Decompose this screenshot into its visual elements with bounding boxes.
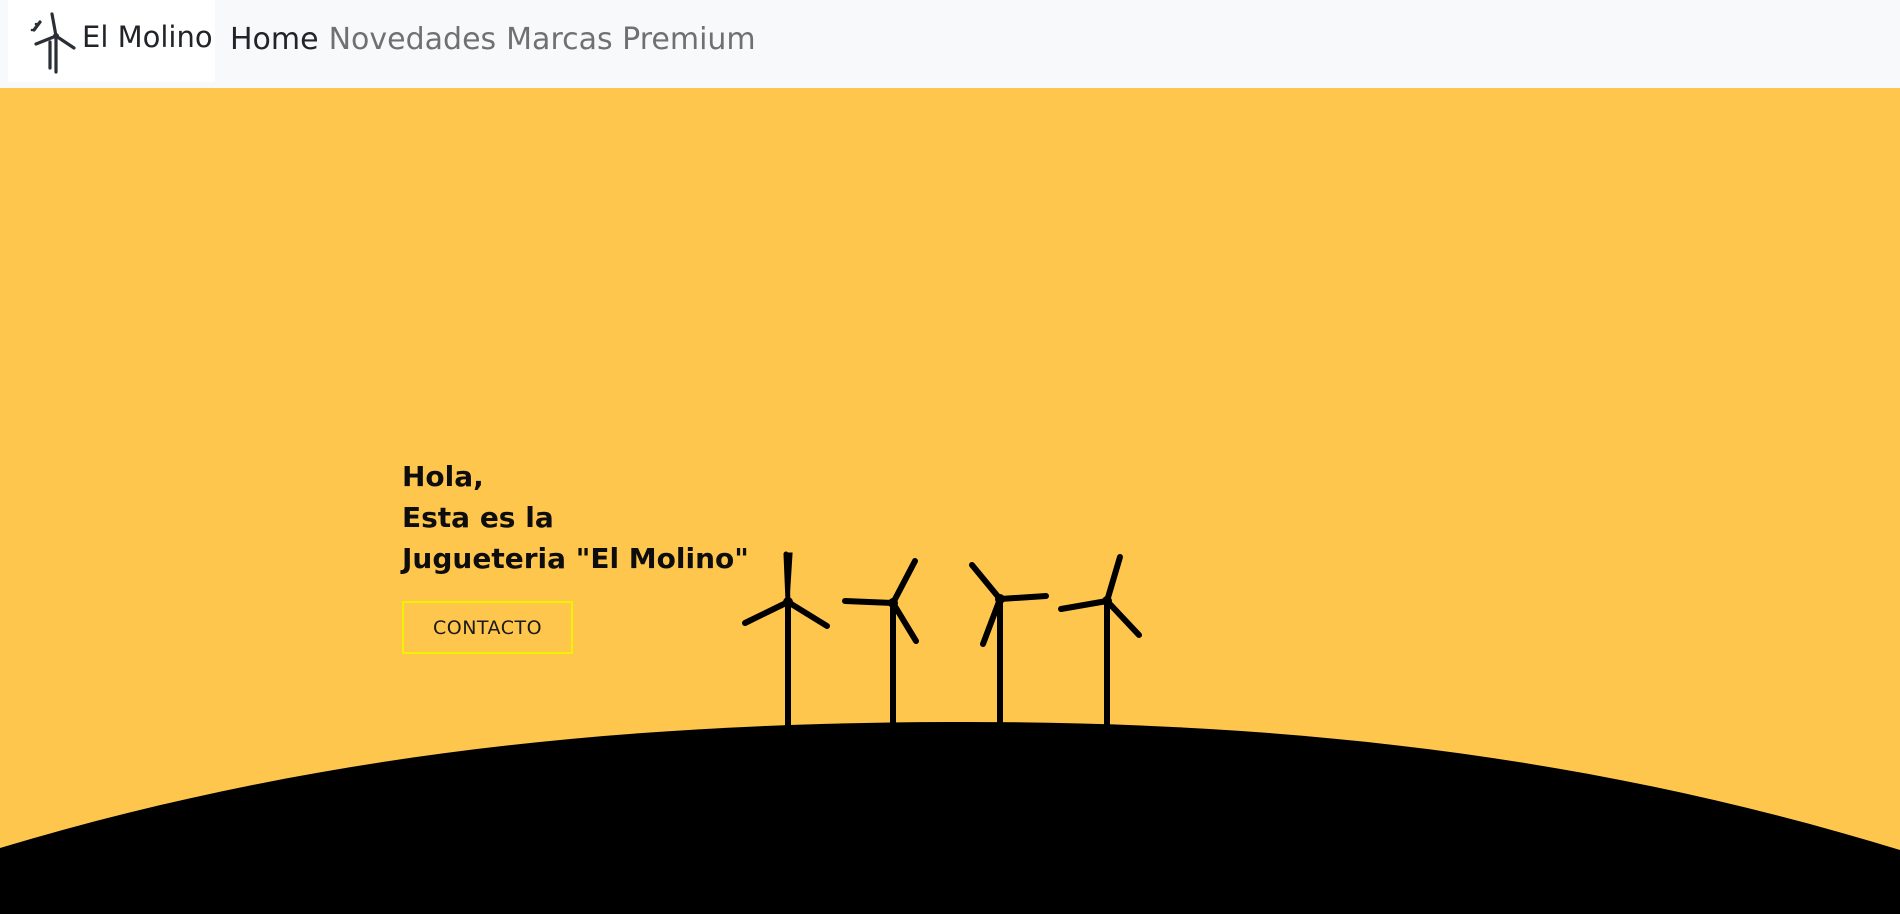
nav-marcas-premium[interactable]: Marcas Premium — [506, 22, 755, 57]
wind-turbines-on-hill-icon — [0, 551, 1900, 914]
nav-home[interactable]: Home — [230, 22, 319, 57]
hero-section: Hola, Esta es la Jugueteria "El Molino" … — [0, 88, 1900, 914]
hero-line-2: Esta es la — [402, 501, 554, 534]
nav-links: Home Novedades Marcas Premium — [230, 22, 756, 57]
brand-name: El Molino — [82, 20, 213, 54]
brand-link[interactable]: El Molino — [8, 0, 215, 82]
hero-heading: Hola, Esta es la Jugueteria "El Molino" — [402, 456, 749, 579]
nav-novedades[interactable]: Novedades — [329, 22, 497, 57]
top-navbar: El Molino Home Novedades Marcas Premium — [0, 0, 1900, 88]
hero-line-1: Hola, — [402, 460, 484, 493]
hero-line-3: Jugueteria "El Molino" — [402, 542, 749, 575]
contact-button[interactable]: CONTACTO — [402, 601, 573, 654]
wind-turbine-icon — [30, 12, 76, 74]
